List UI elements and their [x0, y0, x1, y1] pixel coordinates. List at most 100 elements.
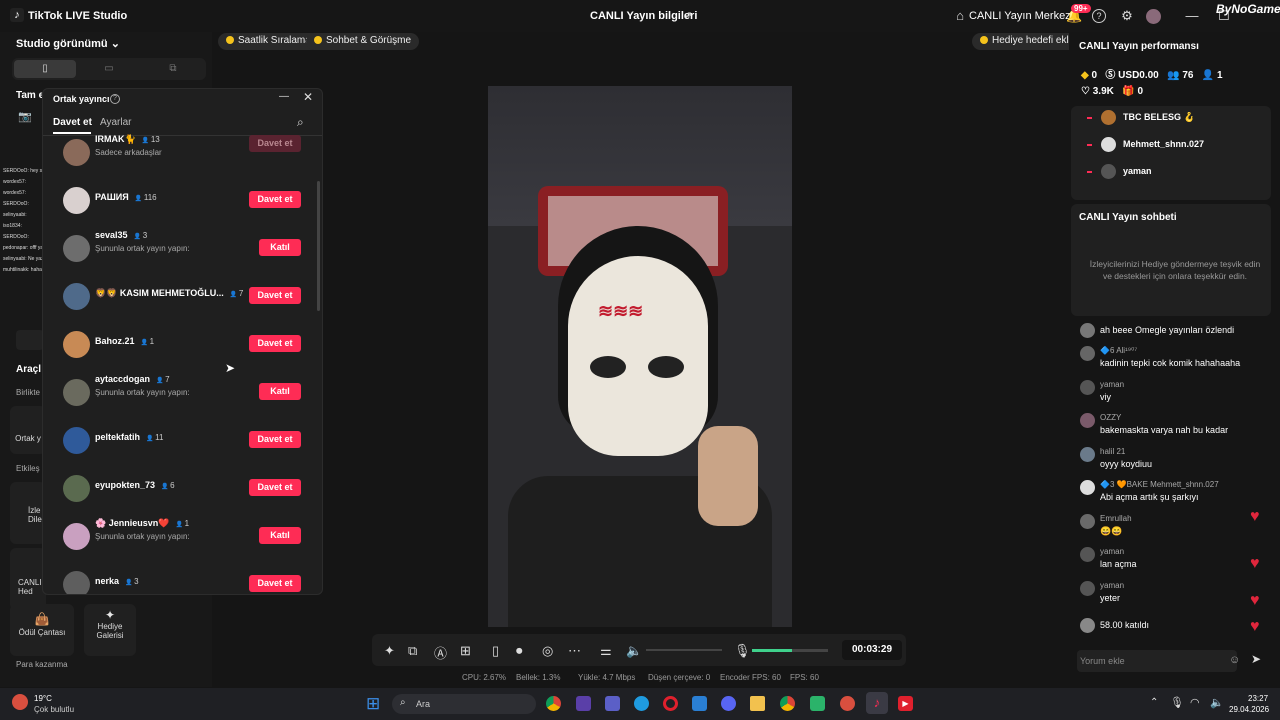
hourly-ranking-pill[interactable]: Saatlik Sıralama [218, 33, 319, 50]
chat-avatar[interactable] [1080, 480, 1095, 495]
help-icon[interactable]: ? [1092, 9, 1106, 23]
chevron-up-icon[interactable]: ⌃ [1150, 697, 1158, 708]
wifi-icon[interactable]: ◠ [1190, 696, 1200, 709]
video-app-icon[interactable]: ▶ [898, 696, 913, 711]
gifter-avatar[interactable] [1101, 137, 1116, 152]
discord-icon[interactable] [721, 696, 736, 711]
teams-icon[interactable] [605, 696, 620, 711]
emoji-icon[interactable]: ☺ [1229, 654, 1240, 666]
info-icon[interactable]: ? [110, 94, 120, 104]
chat-avatar[interactable] [1080, 323, 1095, 338]
invite-button[interactable]: Davet et [249, 431, 301, 448]
folder-icon[interactable] [750, 696, 765, 711]
live-goal-tool[interactable]: CANLI Hed [10, 548, 46, 610]
app-icon-2[interactable] [810, 696, 825, 711]
opera-icon[interactable] [663, 696, 678, 711]
minimize-dialog-icon[interactable]: — [279, 91, 289, 102]
magic-wand-icon[interactable]: ✦ [384, 643, 395, 659]
gifter-avatar[interactable] [1101, 164, 1116, 179]
co-host-avatar[interactable] [63, 187, 90, 214]
app-icon-3[interactable] [840, 696, 855, 711]
co-host-tool[interactable]: Ortak y [10, 406, 46, 454]
screen-share-icon[interactable]: ⧉ [408, 643, 417, 659]
add-source-icon[interactable]: ⊞ [460, 643, 471, 659]
join-button[interactable]: Katıl [259, 527, 301, 544]
invite-button[interactable]: Davet et [249, 575, 301, 592]
avatar[interactable] [1146, 9, 1161, 24]
chat-username[interactable]: 🔷3 🧡BAKE Mehmett_shnn.027 [1100, 480, 1219, 489]
invite-button[interactable]: Davet et [249, 135, 301, 152]
chat-avatar[interactable] [1080, 413, 1095, 428]
chat-username[interactable]: yaman [1100, 581, 1124, 590]
home-icon[interactable]: ⌂ [952, 8, 968, 23]
co-host-avatar[interactable] [63, 379, 90, 406]
mic-tray-icon[interactable]: 🎙 [1170, 696, 1184, 709]
chat-username[interactable]: OZZY [1100, 413, 1121, 422]
windows-start-icon[interactable]: ⊞ [366, 694, 380, 714]
portrait-icon[interactable]: ▯ [14, 60, 76, 78]
send-icon[interactable]: ➤ [1251, 652, 1261, 666]
tab-invite[interactable]: Davet et [53, 117, 92, 128]
collapsed-button[interactable] [16, 330, 44, 350]
more-icon[interactable]: ⋯ [568, 643, 581, 659]
viewer-request-tool[interactable]: İzle Dile [10, 482, 46, 544]
invite-button[interactable]: Davet et [249, 335, 301, 352]
comment-input[interactable]: Yorum ekle ☺ [1077, 650, 1240, 672]
chat-avatar[interactable] [1080, 380, 1095, 395]
co-host-avatar[interactable] [63, 331, 90, 358]
gift-bag-tool[interactable]: 👜 Ödül Çantası [10, 604, 74, 656]
chat-avatar[interactable] [1080, 447, 1095, 462]
weather-icon[interactable] [12, 694, 28, 710]
mail-icon[interactable] [692, 696, 707, 711]
join-button[interactable]: Katıl [259, 383, 301, 400]
invite-button[interactable]: Davet et [249, 191, 301, 208]
gifter-avatar[interactable] [1101, 110, 1116, 125]
live-center-link[interactable]: CANLI Yayın Merkezi [969, 10, 1073, 22]
co-host-avatar[interactable] [63, 139, 90, 166]
chat-username[interactable]: 🔷6 Ali¹⁹⁰⁷ [1100, 346, 1137, 355]
chat-avatar[interactable] [1080, 618, 1095, 633]
volume-slider[interactable] [646, 649, 722, 651]
invite-button[interactable]: Davet et [249, 287, 301, 304]
add-gift-goal-pill[interactable]: Hediye hedefi ekle [972, 33, 1083, 50]
record-icon[interactable]: ⏺ [516, 643, 523, 659]
search-icon[interactable]: ⌕ [297, 115, 304, 130]
microphone-icon[interactable]: 🎙 [734, 643, 751, 659]
join-button[interactable]: Katıl [259, 239, 301, 256]
chat-avatar[interactable] [1080, 581, 1095, 596]
chat-username[interactable]: yaman [1100, 380, 1124, 389]
co-host-avatar[interactable] [63, 475, 90, 502]
chat-avatar[interactable] [1080, 547, 1095, 562]
co-host-avatar[interactable] [63, 523, 90, 550]
edge-icon[interactable] [634, 696, 649, 711]
co-host-avatar[interactable] [63, 235, 90, 262]
tiktok-taskbar-icon[interactable]: ♪ [866, 692, 888, 714]
co-host-avatar[interactable] [63, 427, 90, 454]
chat-avatar[interactable] [1080, 346, 1095, 361]
camera-settings-icon[interactable]: ◎ [542, 643, 553, 659]
dual-screen-icon[interactable]: ⧉ [142, 60, 204, 78]
share-icon[interactable]: ↗ [680, 9, 696, 22]
minimize-icon[interactable]: — [1184, 8, 1200, 23]
chat-username[interactable]: yaman [1100, 547, 1124, 556]
co-host-avatar[interactable] [63, 283, 90, 310]
chat-username[interactable]: Emrullah [1100, 514, 1132, 523]
co-host-avatar[interactable] [63, 571, 90, 594]
mixer-icon[interactable]: ⚌ [600, 643, 612, 659]
studio-view-dropdown[interactable]: Studio görünümü ⌄ [16, 37, 120, 50]
speaker-icon[interactable]: 🔈 [1210, 696, 1224, 709]
scrollbar[interactable] [317, 181, 320, 311]
taskbar-search[interactable]: ⌕ Ara [392, 694, 536, 714]
ai-icon[interactable]: Ⓐ [434, 643, 447, 662]
chrome-icon[interactable] [546, 696, 561, 711]
mic-level-slider[interactable] [752, 649, 828, 652]
chat-avatar[interactable] [1080, 514, 1095, 529]
chat-username[interactable]: halil 21 [1100, 447, 1125, 456]
gift-gallery-tool[interactable]: ✦ Hediye Galerisi [84, 604, 136, 656]
chrome-icon-2[interactable] [780, 696, 795, 711]
app-icon-1[interactable] [576, 696, 591, 711]
invite-button[interactable]: Davet et [249, 479, 301, 496]
chat-meet-pill[interactable]: Sohbet & Görüşme [306, 33, 420, 50]
portrait-mode-icon[interactable]: ▯ [492, 643, 499, 659]
gear-icon[interactable]: ⚙ [1119, 8, 1135, 24]
